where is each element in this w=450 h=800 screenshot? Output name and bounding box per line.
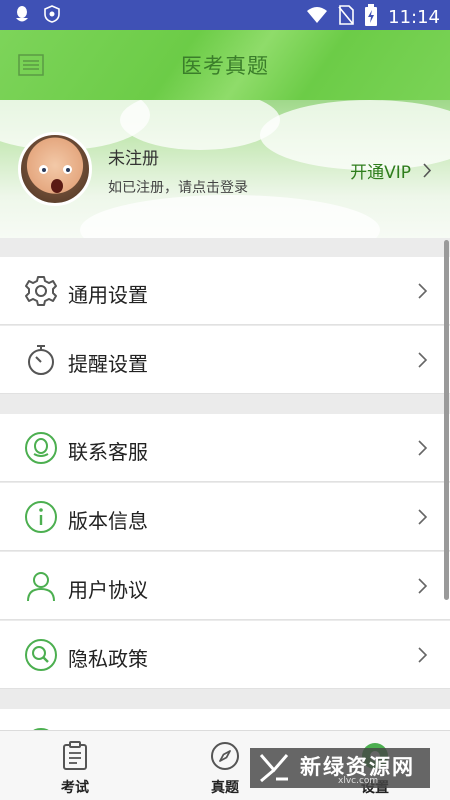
login-hint[interactable]: 如已注册，请点击登录: [108, 177, 248, 197]
avatar-mouth: [51, 179, 63, 193]
watermark-logo-icon: [259, 754, 289, 783]
settings-item-label: 通用设置: [68, 283, 148, 307]
chevron-right-icon: [418, 647, 428, 663]
scrollbar[interactable]: [444, 240, 449, 600]
vip-button[interactable]: 开通VIP: [350, 158, 432, 183]
exam-document-icon: [63, 741, 87, 770]
settings-item-user-agreement[interactable]: 用户协议: [0, 552, 450, 620]
avatar-eye: [63, 165, 72, 174]
section-divider: [0, 395, 450, 414]
status-time: 11:14: [388, 6, 440, 28]
user-icon: [27, 572, 55, 602]
user-name: 未注册: [108, 149, 159, 169]
compass-icon: [211, 742, 239, 770]
chevron-right-icon: [418, 440, 428, 456]
cloud-decoration: [120, 100, 280, 150]
watermark-url: xlvc.com: [338, 776, 379, 786]
shield-notification-icon: [44, 5, 60, 27]
settings-item-label: 提醒设置: [68, 352, 148, 376]
section-divider: [0, 690, 450, 709]
watermark-overlay: 新绿资源网 xlvc.com: [250, 748, 430, 788]
cloud-decoration: [80, 195, 380, 238]
qq-notification-icon: [14, 5, 30, 27]
avatar-eye: [39, 165, 48, 174]
tab-exam[interactable]: 考试: [0, 731, 150, 800]
chevron-right-icon: [418, 352, 428, 368]
settings-item-customer-service[interactable]: 联系客服: [0, 414, 450, 482]
settings-item-label: 用户协议: [68, 578, 148, 602]
status-bar: 11:14: [0, 0, 450, 30]
page-title: 医考真题: [181, 54, 269, 78]
settings-item-version[interactable]: 版本信息: [0, 483, 450, 551]
settings-item-label: 隐私政策: [68, 647, 148, 671]
settings-item-label: 联系客服: [68, 440, 148, 464]
chevron-right-icon: [418, 283, 428, 299]
vip-label: 开通VIP: [350, 163, 411, 183]
battery-charging-icon: [364, 4, 378, 30]
qq-service-icon: [25, 432, 57, 464]
settings-item-reminder[interactable]: 提醒设置: [0, 326, 450, 394]
info-icon: [25, 501, 57, 533]
gear-icon: [25, 276, 57, 306]
tab-label: 考试: [61, 780, 89, 796]
chevron-right-icon: [423, 163, 432, 178]
section-divider: [0, 238, 450, 257]
wifi-icon: [306, 6, 328, 28]
settings-item-label: 版本信息: [68, 509, 148, 533]
settings-item-privacy[interactable]: 隐私政策: [0, 621, 450, 689]
chevron-right-icon: [418, 509, 428, 525]
avatar[interactable]: [18, 132, 92, 206]
chevron-right-icon: [418, 578, 428, 594]
no-sim-icon: [338, 5, 354, 29]
app-bar: 医考真题: [0, 30, 450, 100]
settings-item-general[interactable]: 通用设置: [0, 257, 450, 325]
profile-header[interactable]: 未注册 如已注册，请点击登录 开通VIP: [0, 100, 450, 238]
privacy-search-icon: [25, 639, 57, 671]
stopwatch-icon: [28, 345, 54, 375]
